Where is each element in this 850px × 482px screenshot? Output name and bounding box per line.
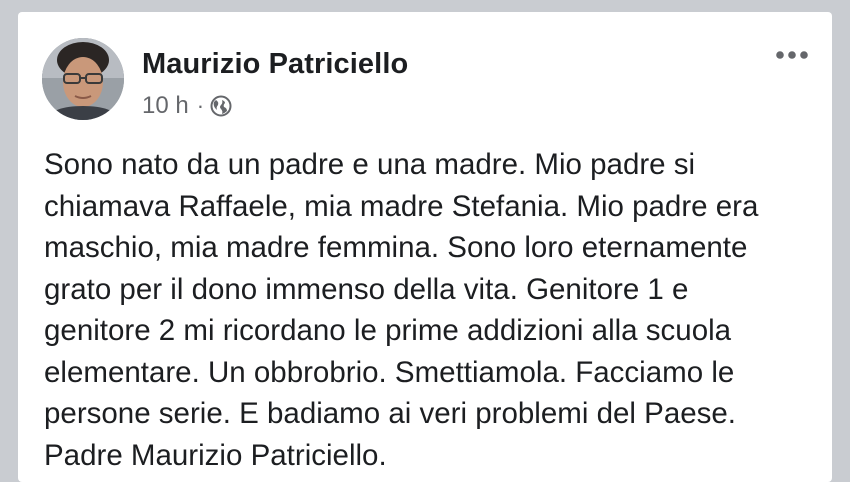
post-text-line: grato per il dono immenso della vita. Ge… <box>44 272 689 306</box>
author-avatar[interactable] <box>42 38 124 120</box>
post-text-line: persone serie. E badiamo ai veri problem… <box>44 397 736 430</box>
post-text-line: Sono nato da un padre e una madre. Mio p… <box>44 148 696 181</box>
post-text-line: genitore 2 mi ricordano le prime addizio… <box>44 314 732 347</box>
profile-photo-icon <box>42 38 124 120</box>
post-text-line: Padre Maurizio Patriciello. <box>44 438 387 472</box>
post-text-line: maschio, mia madre femmina. Sono loro et… <box>44 231 748 264</box>
post-card: Maurizio Patriciello 10 h · Sono nato da… <box>18 12 832 482</box>
post-timestamp[interactable]: 10 h <box>142 92 189 120</box>
meta-separator: · <box>196 93 205 118</box>
globe-icon[interactable] <box>210 95 232 117</box>
more-options-icon <box>776 51 808 59</box>
post-text-line: chiamava Raffaele, mia madre Stefania. M… <box>44 189 759 223</box>
post-text: Sono nato da un padre e una madre. Mio p… <box>44 144 820 476</box>
post-meta: 10 h · <box>142 92 232 120</box>
post-text-line: elementare. Un obbrobrio. Smettiamola. F… <box>44 355 735 389</box>
more-options-button[interactable] <box>772 42 812 68</box>
author-name[interactable]: Maurizio Patriciello <box>142 48 408 81</box>
